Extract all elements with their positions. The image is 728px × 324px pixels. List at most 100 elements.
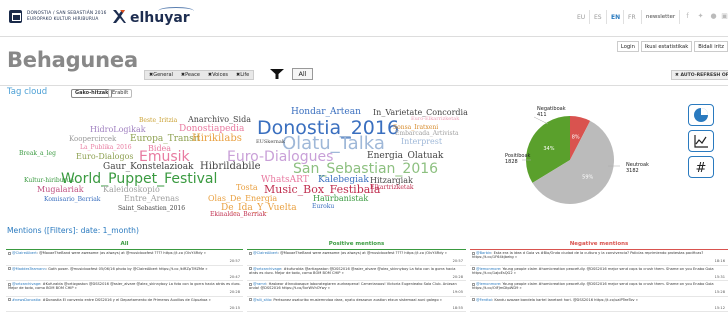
mention-checkbox[interactable]	[249, 282, 252, 286]
cloud-word[interactable]: Ekinaldea_Berriak	[210, 212, 266, 218]
mention-time: 20:28	[452, 274, 463, 279]
account-links: Login Ikusi estatistikak Bidali iritz	[615, 41, 728, 52]
cloud-word[interactable]: Koopercircek	[69, 136, 116, 143]
send-opinion-link[interactable]: Bidali iritz	[694, 41, 728, 52]
tab-keywords[interactable]: Gako-hitzak	[71, 89, 113, 98]
filter-voices[interactable]: ✖Voices	[204, 71, 232, 79]
line-chart-icon	[694, 135, 708, 148]
mention-time: 20:15	[229, 305, 240, 310]
elhuyar-logo-icon[interactable]	[111, 8, 127, 26]
pie-percent-positive: 34%	[543, 146, 554, 152]
mention-checkbox[interactable]	[472, 282, 475, 286]
cloud-word[interactable]: Break_a_leg	[19, 151, 56, 157]
cloud-word[interactable]: Entre_Arenas	[124, 195, 179, 203]
cloud-word[interactable]: Euro-Dialogos	[76, 153, 134, 161]
lang-fr[interactable]: FR	[628, 14, 636, 21]
cloud-word[interactable]: Euro-Elkarrizketak	[411, 117, 459, 122]
cloud-word[interactable]: EUSkernak	[256, 140, 285, 145]
mention-user[interactable]: @ortzarchivage	[253, 267, 281, 271]
flickr-icon[interactable]: ●	[709, 12, 718, 21]
mention-checkbox[interactable]	[8, 282, 11, 286]
statistics-link[interactable]: Ikusi estatistikak	[640, 41, 693, 52]
cloud-word[interactable]: Mugalariak	[37, 186, 84, 194]
instagram-icon[interactable]: ▣	[720, 12, 728, 21]
filter-general[interactable]: ✖General	[145, 71, 177, 79]
cloud-word[interactable]: Haurbanistak	[313, 195, 368, 203]
cloud-word[interactable]: Komisario_Berriak	[44, 197, 100, 203]
cloud-word[interactable]: Olas_De_Energia	[208, 195, 277, 203]
cloud-word[interactable]: San_Sebastian_2016	[293, 162, 438, 176]
mention-item[interactable]: @ClaireAlbert: @MoxaeTheBand were awesom…	[247, 250, 466, 266]
mention-item[interactable]: @ClaireAlbert: @MoxaeTheBand were awesom…	[6, 250, 243, 266]
mention-checkbox[interactable]	[8, 267, 11, 270]
cloud-word[interactable]: Kaleidoskopio	[103, 186, 160, 194]
mention-checkbox[interactable]	[8, 251, 11, 255]
dss2016-logo-icon[interactable]	[9, 10, 22, 23]
mentions-all-list: @ClaireAlbert: @MoxaeTheBand were awesom…	[6, 249, 243, 324]
mention-item[interactable]: @MaddesTeamann: Goth poser. @musicboxfes…	[6, 266, 243, 281]
mention-user[interactable]: #newsDonostia	[12, 298, 40, 302]
lang-en[interactable]: EN	[611, 14, 620, 21]
hashtag-button[interactable]: #	[688, 156, 714, 178]
twitter-icon[interactable]: ✦	[696, 12, 705, 21]
mention-user[interactable]: @Barbin	[476, 251, 491, 255]
cloud-word[interactable]: Euroku	[312, 204, 334, 210]
filter-funnel-icon[interactable]	[269, 68, 285, 80]
login-link[interactable]: Login	[616, 41, 639, 52]
cloud-word[interactable]: Energia_Olatuak	[367, 152, 443, 161]
cloud-word[interactable]: Anarchivo_Sida	[188, 116, 251, 124]
mention-user[interactable]: @ramri	[253, 282, 266, 286]
mention-user[interactable]: @Ferdtoi	[476, 298, 492, 302]
cloud-word[interactable]: Beste_Iritzia	[139, 118, 177, 124]
cloud-word[interactable]: Saint_Sebastien_2016	[118, 206, 185, 212]
cloud-word[interactable]: World_Puppet_Festival	[61, 172, 217, 186]
mention-item[interactable]: @lemonmore: Young people claim #homicrea…	[470, 281, 728, 297]
lang-es[interactable]: ES	[594, 14, 602, 21]
cloud-word[interactable]: Europa_Transit	[130, 135, 200, 144]
mention-item[interactable]: @alli_sitio: Pertsonez osaturiko musiemn…	[247, 297, 466, 312]
pie-chart-button[interactable]	[688, 104, 714, 126]
mention-user[interactable]: @ortzarchivage	[12, 282, 40, 286]
cloud-word[interactable]: Tosta	[236, 184, 258, 192]
mention-user[interactable]: @MaddesTeamann	[12, 267, 46, 271]
cloud-word[interactable]: Hondar_Artean	[291, 108, 361, 117]
mention-checkbox[interactable]	[249, 267, 252, 270]
mention-checkbox[interactable]	[8, 298, 11, 301]
mention-user[interactable]: @lemonmore	[476, 267, 500, 271]
lang-eu[interactable]: EU	[577, 14, 585, 21]
tab-users[interactable]: Erabilt	[108, 89, 133, 98]
filter-peace[interactable]: ✖Peace	[177, 71, 204, 79]
newsletter-link[interactable]: newsletter	[646, 14, 675, 20]
mention-user[interactable]: @ClaireAlbert	[12, 251, 37, 255]
mention-checkbox[interactable]	[472, 251, 475, 255]
mention-text: : Goth poser. @musicboxfest 05/06/16 pho…	[45, 266, 208, 271]
pie-percent-neutral: 59%	[582, 174, 593, 180]
cloud-word[interactable]: Kultur-hiriburua	[24, 178, 74, 184]
mention-item[interactable]: #newsDonostia: #Donostia El convenio ent…	[6, 297, 243, 312]
dss2016-logo-text[interactable]: DONOSTIA / SAN SEBASTIÁN 2016 EUROPAKO K…	[27, 11, 107, 22]
mention-checkbox[interactable]	[472, 298, 475, 301]
mention-time: 19:05	[452, 290, 463, 295]
mention-checkbox[interactable]	[249, 298, 252, 301]
cloud-word[interactable]: La_Publika_2016	[80, 145, 132, 151]
mention-item[interactable]: @ramri: Hasbear #Innobasque laborategiar…	[247, 281, 466, 297]
line-chart-button[interactable]	[688, 130, 714, 152]
mention-user[interactable]: @ClaireAlbert	[253, 251, 278, 255]
cloud-word[interactable]: Elkartrizketak	[370, 185, 414, 191]
mention-user[interactable]: @lemonmore	[476, 282, 500, 286]
facebook-icon[interactable]: f	[683, 12, 692, 21]
cloud-word[interactable]: HidroLogikak	[90, 126, 146, 134]
mention-item[interactable]: @Ferdtoi: Kandu azazae bandela kartel la…	[470, 297, 728, 312]
cloud-word[interactable]: Hirikilabs	[192, 134, 242, 144]
mention-checkbox[interactable]	[249, 251, 252, 255]
mention-checkbox[interactable]	[472, 267, 475, 270]
mention-item[interactable]: @lemonmore: Young people claim #homicrea…	[470, 266, 728, 281]
mention-item[interactable]: @Barbin: Esta era la idea d Goia vs #Bio…	[470, 250, 728, 266]
filter-life[interactable]: ✖Life	[232, 71, 253, 79]
mention-item[interactable]: @ortzarchivage: #Kufuralda @ortizgaston …	[6, 281, 243, 297]
mention-user[interactable]: @alli_sitio	[253, 298, 271, 302]
all-button[interactable]: All	[292, 68, 313, 80]
mention-item[interactable]: @ortzarchivage: #kufuralda @artizgaston …	[247, 266, 466, 281]
auto-refresh-button[interactable]: ✖ AUTO-REFRESH OFF	[671, 70, 728, 80]
cloud-word[interactable]: Interprest	[401, 138, 442, 146]
